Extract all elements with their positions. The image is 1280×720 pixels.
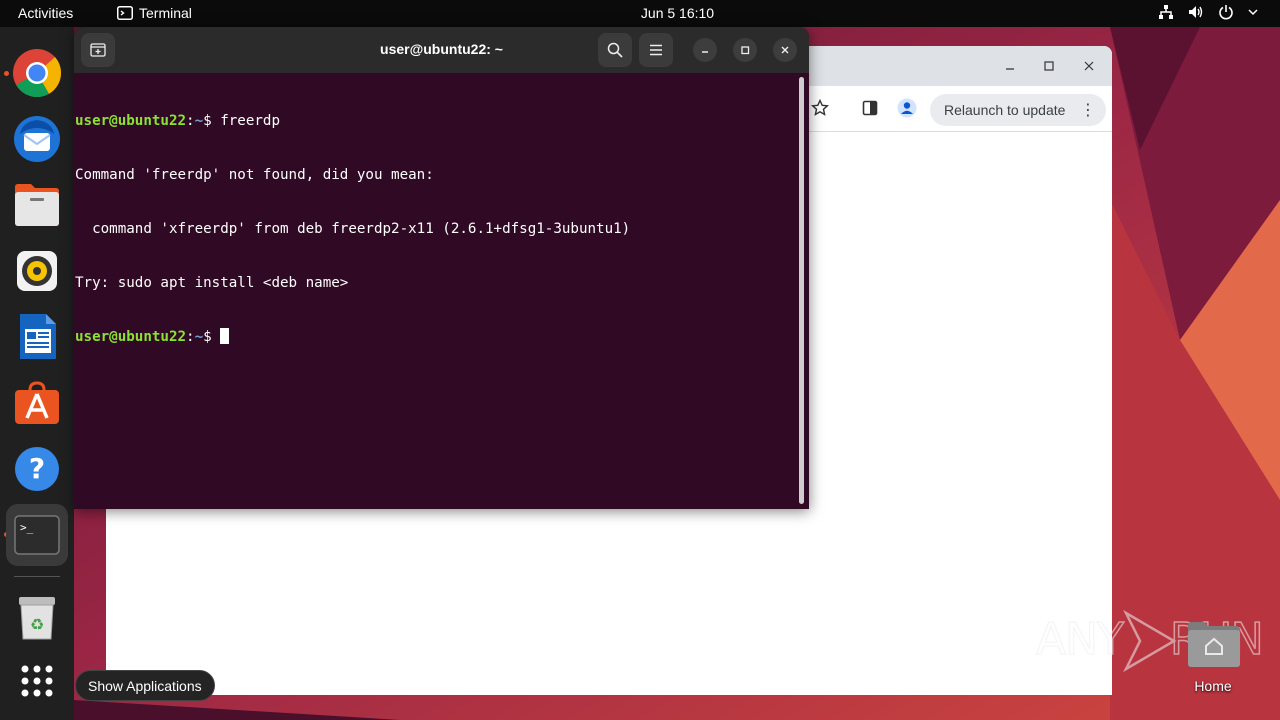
star-icon	[811, 99, 829, 116]
svg-text:?: ?	[29, 452, 45, 485]
bookmark-button[interactable]	[808, 96, 832, 120]
thunderbird-icon	[14, 116, 60, 162]
home-folder-label: Home	[1194, 678, 1232, 694]
command-text: freerdp	[211, 113, 281, 129]
command-text	[212, 329, 221, 345]
prompt-path: ~	[194, 113, 204, 129]
terminal-maximize-button[interactable]	[733, 38, 757, 62]
power-icon	[1219, 5, 1233, 20]
dock-separator	[14, 576, 60, 577]
prompt-user: user@ubuntu22	[75, 113, 187, 129]
prompt-user: user@ubuntu22	[75, 329, 187, 345]
side-panel-button[interactable]	[858, 96, 882, 120]
side-panel-icon	[862, 100, 878, 116]
close-icon	[1084, 61, 1094, 71]
minimize-button[interactable]	[998, 54, 1022, 78]
search-icon	[607, 42, 623, 58]
hamburger-menu-icon	[650, 44, 662, 56]
more-options-icon: ⋮	[1080, 102, 1096, 119]
terminal-scrollbar[interactable]	[799, 77, 804, 504]
watermark-text-left: ANY	[1035, 613, 1124, 666]
maximize-button[interactable]	[1037, 54, 1061, 78]
dock-item-terminal[interactable]: >_	[6, 504, 68, 566]
terminal-line: user@ubuntu22:~$ freerdp	[75, 112, 795, 130]
terminal-line: user@ubuntu22:~$	[75, 328, 795, 346]
rhythmbox-icon	[17, 251, 57, 291]
dock: ? >_ ♻	[0, 27, 74, 720]
profile-icon	[897, 98, 917, 118]
terminal-headerbar[interactable]: user@ubuntu22: ~	[74, 27, 809, 73]
prompt-separator: :	[186, 113, 195, 129]
minimize-icon	[702, 51, 708, 53]
app-grid-icon	[21, 665, 53, 697]
volume-icon	[1189, 6, 1203, 18]
dock-item-help[interactable]: ?	[6, 438, 68, 500]
relaunch-to-update-button[interactable]: Relaunch to update ⋮	[930, 94, 1106, 126]
software-icon	[15, 381, 59, 424]
prompt-symbol: $	[203, 329, 212, 345]
terminal-line: Try: sudo apt install <deb name>	[75, 275, 349, 291]
profile-button[interactable]	[895, 96, 919, 120]
terminal-line: Command 'freerdp' not found, did you mea…	[75, 167, 434, 183]
help-icon: ?	[15, 447, 59, 491]
dock-item-rhythmbox[interactable]	[6, 240, 68, 302]
dock-item-files[interactable]	[6, 174, 68, 236]
clock[interactable]: Jun 5 16:10	[0, 5, 1280, 21]
close-icon	[781, 46, 789, 54]
trash-icon: ♻	[19, 597, 55, 640]
terminal-output[interactable]: user@ubuntu22:~$ freerdp Command 'freerd…	[75, 76, 795, 496]
dock-item-trash[interactable]: ♻	[6, 587, 68, 649]
menu-button[interactable]	[639, 33, 673, 67]
home-folder-icon[interactable]	[1184, 620, 1242, 668]
top-bar: Activities Terminal Jun 5 16:10	[0, 0, 1280, 27]
terminal-close-button[interactable]	[773, 38, 797, 62]
search-button[interactable]	[598, 33, 632, 67]
relaunch-label: Relaunch to update	[944, 102, 1066, 118]
prompt-symbol: $	[203, 113, 212, 129]
text-cursor	[220, 328, 230, 344]
dock-item-writer[interactable]	[6, 306, 68, 368]
dock-item-thunderbird[interactable]	[6, 108, 68, 170]
svg-text:♻: ♻	[30, 617, 44, 634]
files-icon	[15, 184, 59, 226]
terminal-minimize-button[interactable]	[693, 38, 717, 62]
maximize-icon	[741, 46, 750, 55]
prompt-separator: :	[186, 329, 195, 345]
terminal-window[interactable]: user@ubuntu22: ~ user@ubuntu22:~$ freerd…	[74, 27, 809, 509]
maximize-icon	[1044, 61, 1054, 71]
dock-item-chrome[interactable]	[6, 42, 68, 104]
show-applications-tooltip: Show Applications	[75, 670, 215, 701]
prompt-path: ~	[194, 329, 204, 345]
writer-icon	[20, 314, 56, 359]
svg-text:>_: >_	[20, 521, 34, 534]
chevron-down-icon	[1248, 9, 1258, 16]
close-button[interactable]	[1077, 54, 1101, 78]
chrome-icon	[13, 49, 62, 98]
terminal-line: command 'xfreerdp' from deb freerdp2-x11…	[75, 221, 631, 237]
dock-item-software[interactable]	[6, 372, 68, 434]
terminal-icon: >_	[14, 515, 60, 555]
system-tray[interactable]	[1158, 4, 1258, 20]
network-icon	[1159, 5, 1173, 19]
dock-item-show-applications[interactable]	[6, 650, 68, 712]
minimize-icon	[1006, 68, 1014, 70]
